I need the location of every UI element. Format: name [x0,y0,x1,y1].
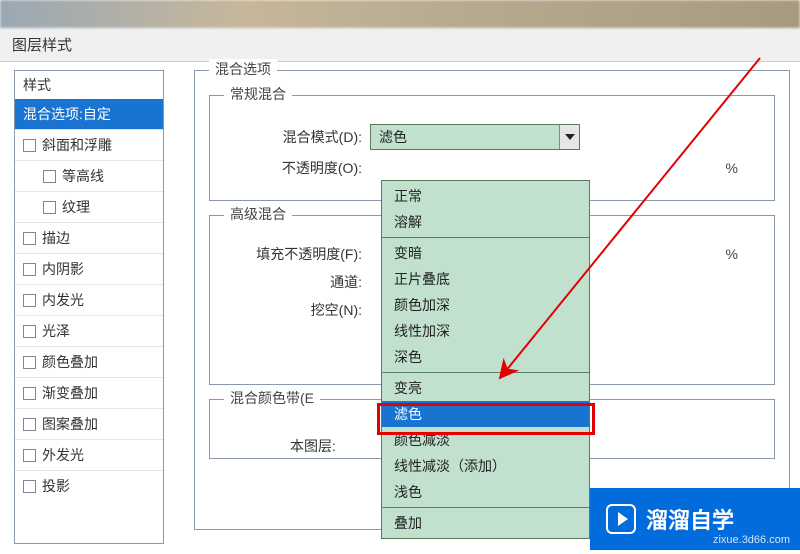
style-item-label: 渐变叠加 [42,383,98,403]
dropdown-item[interactable]: 正常 [382,183,589,209]
blend-options-legend: 混合选项 [209,59,277,79]
style-item-label: 投影 [42,476,70,496]
checkbox-icon[interactable] [23,387,36,400]
normal-blend-legend: 常规混合 [224,84,292,104]
checkbox-icon[interactable] [23,449,36,462]
watermark: 溜溜自学 zixue.3d66.com [590,488,800,550]
styles-active-item[interactable]: 混合选项:自定 [15,99,163,129]
styles-panel: 样式 混合选项:自定 斜面和浮雕等高线纹理描边内阴影内发光光泽颜色叠加渐变叠加图… [14,70,164,544]
dropdown-item[interactable]: 线性加深 [382,318,589,344]
checkbox-icon[interactable] [23,139,36,152]
checkbox-icon[interactable] [43,201,56,214]
style-item-label: 等高线 [62,166,104,186]
style-item[interactable]: 纹理 [15,191,163,222]
checkbox-icon[interactable] [23,263,36,276]
style-item[interactable]: 内发光 [15,284,163,315]
dropdown-item[interactable]: 浅色 [382,479,589,505]
dropdown-item[interactable]: 变暗 [382,240,589,266]
style-item-label: 外发光 [42,445,84,465]
style-item-label: 内阴影 [42,259,84,279]
style-item[interactable]: 图案叠加 [15,408,163,439]
opacity-label: 不透明度(O): [230,158,370,178]
chevron-down-icon[interactable] [559,125,579,149]
fill-opacity-percent: % [726,246,738,262]
blend-mode-row: 混合模式(D): 滤色 [230,124,758,150]
advanced-blend-legend: 高级混合 [224,204,292,224]
blend-mode-combo[interactable]: 滤色 [370,124,580,150]
window-titlebar-bg [0,0,800,28]
checkbox-icon[interactable] [43,170,56,183]
style-item-label: 颜色叠加 [42,352,98,372]
dropdown-item[interactable]: 叠加 [382,510,589,536]
style-item[interactable]: 描边 [15,222,163,253]
checkbox-icon[interactable] [23,325,36,338]
dropdown-item[interactable]: 颜色加深 [382,292,589,318]
knockout-label: 挖空(N): [230,300,370,320]
dropdown-item[interactable]: 溶解 [382,209,589,235]
style-item[interactable]: 投影 [15,470,163,501]
opacity-percent: % [726,160,738,176]
checkbox-icon[interactable] [23,294,36,307]
dropdown-item[interactable]: 正片叠底 [382,266,589,292]
blend-mode-value: 滤色 [379,127,407,147]
checkbox-icon[interactable] [23,480,36,493]
style-item[interactable]: 光泽 [15,315,163,346]
style-item-label: 内发光 [42,290,84,310]
opacity-row: 不透明度(O): % [230,158,758,178]
watermark-sub: zixue.3d66.com [713,534,790,546]
watermark-text: 溜溜自学 [646,503,734,535]
style-item-label: 纹理 [62,197,90,217]
blend-mode-label: 混合模式(D): [230,127,370,147]
blend-mode-dropdown[interactable]: 正常溶解变暗正片叠底颜色加深线性加深深色变亮滤色颜色减淡线性减淡（添加）浅色叠加 [381,180,590,539]
checkbox-icon[interactable] [23,232,36,245]
dialog-title: 图层样式 [0,28,800,62]
style-item-label: 光泽 [42,321,70,341]
checkbox-icon[interactable] [23,356,36,369]
style-item-label: 斜面和浮雕 [42,135,112,155]
fill-opacity-label: 填充不透明度(F): [230,244,370,264]
style-item[interactable]: 斜面和浮雕 [15,129,163,160]
style-item[interactable]: 内阴影 [15,253,163,284]
style-item[interactable]: 等高线 [15,160,163,191]
channel-label: 通道: [230,272,370,292]
style-item[interactable]: 颜色叠加 [15,346,163,377]
dropdown-item[interactable]: 颜色减淡 [382,427,589,453]
dropdown-item[interactable]: 线性减淡（添加） [382,453,589,479]
dropdown-item[interactable]: 深色 [382,344,589,370]
dropdown-item[interactable]: 滤色 [382,401,589,427]
play-icon [606,504,636,534]
style-item-label: 图案叠加 [42,414,98,434]
this-layer-label: 本图层: [230,436,344,456]
styles-header: 样式 [15,71,163,99]
style-item[interactable]: 外发光 [15,439,163,470]
style-item-label: 描边 [42,228,70,248]
style-item[interactable]: 渐变叠加 [15,377,163,408]
checkbox-icon[interactable] [23,418,36,431]
color-band-legend: 混合颜色带(E [224,388,320,408]
dropdown-item[interactable]: 变亮 [382,375,589,401]
